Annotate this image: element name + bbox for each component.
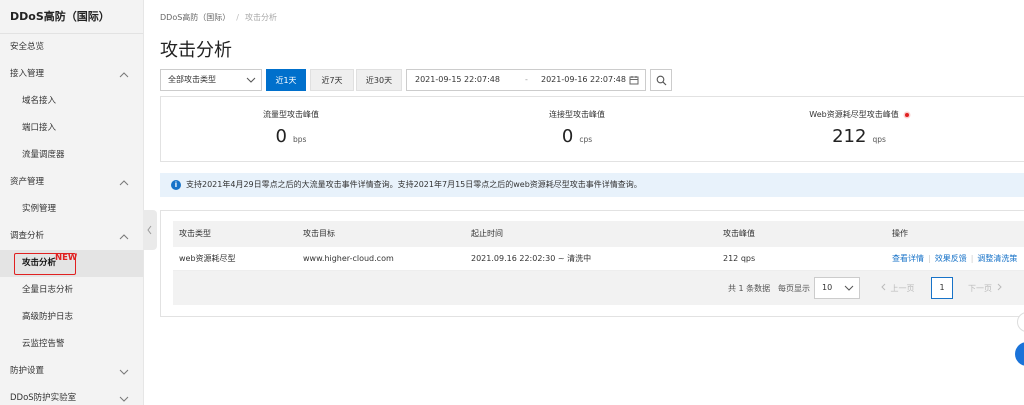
row-peak: 212 qps bbox=[723, 254, 756, 263]
range-30d-button[interactable]: 近30天 bbox=[356, 69, 402, 91]
calendar-icon bbox=[629, 76, 639, 85]
sidebar-item-label: 高级防护日志 bbox=[22, 312, 74, 322]
stat-flood: 流量型攻击峰值 0 bps bbox=[191, 109, 391, 147]
main-content: DDoS高防（国际） / 攻击分析 攻击分析 全部攻击类型 近1天 近7天 近30天… bbox=[158, 0, 1024, 405]
feedback-link[interactable]: 效果反馈 bbox=[935, 254, 967, 263]
sidebar-item-0[interactable]: 安全总览 bbox=[0, 34, 143, 61]
info-icon: i bbox=[171, 180, 181, 190]
range-7d-button[interactable]: 近7天 bbox=[310, 69, 354, 91]
stat-unit: qps bbox=[872, 135, 886, 144]
page-1-button[interactable]: 1 bbox=[931, 277, 953, 299]
row-time: 2021.09.16 22:02:30 ~ 清洗中 bbox=[471, 254, 592, 263]
header-time: 起止时间 bbox=[471, 229, 503, 238]
prev-page-button[interactable]: 上一页 bbox=[880, 283, 915, 294]
chevron-up-icon bbox=[119, 234, 129, 240]
sidebar-item-2[interactable]: 域名接入 bbox=[0, 88, 143, 115]
chevron-left-icon bbox=[147, 225, 152, 235]
sidebar-item-label: 云监控告警 bbox=[22, 339, 65, 349]
sidebar-item-label: 实例管理 bbox=[22, 204, 57, 214]
sidebar-item-6[interactable]: 实例管理 bbox=[0, 196, 143, 223]
sidebar-item-label: 调查分析 bbox=[10, 231, 45, 241]
sidebar-item-11[interactable]: 云监控告警 bbox=[0, 331, 143, 358]
chevron-down-icon bbox=[119, 369, 129, 375]
chevron-up-icon bbox=[119, 180, 129, 186]
sidebar-item-12[interactable]: 防护设置 bbox=[0, 358, 143, 385]
row-attack-type: web资源耗尽型 bbox=[179, 254, 236, 263]
header-peak: 攻击峰值 bbox=[723, 229, 755, 238]
page-size-value: 10 bbox=[822, 283, 833, 292]
breadcrumb-root[interactable]: DDoS高防（国际） bbox=[160, 13, 230, 22]
stat-web: Web资源耗尽型攻击峰值 212 qps bbox=[759, 109, 959, 147]
sidebar-item-13[interactable]: DDoS防护实验室 bbox=[0, 385, 143, 405]
attack-type-select[interactable]: 全部攻击类型 bbox=[160, 69, 262, 91]
sidebar-item-5[interactable]: 资产管理 bbox=[0, 169, 143, 196]
breadcrumb-separator: / bbox=[236, 13, 239, 22]
date-range-picker[interactable]: 2021-09-15 22:07:48 - 2021-09-16 22:07:4… bbox=[406, 69, 646, 91]
sidebar-item-9[interactable]: 全量日志分析 bbox=[0, 277, 143, 304]
sidebar-item-label: 全量日志分析 bbox=[22, 285, 74, 295]
notice-text: 支持2021年4月29日零点之后的大流量攻击事件详情查询。支持2021年7月15… bbox=[186, 180, 642, 189]
stats-card: 流量型攻击峰值 0 bps 连接型攻击峰值 0 cps Web资源耗尽型攻击峰值 2… bbox=[160, 96, 1024, 162]
sidebar-item-3[interactable]: 端口接入 bbox=[0, 115, 143, 142]
chevron-left-icon bbox=[881, 283, 886, 291]
info-notice: i 支持2021年4月29日零点之后的大流量攻击事件详情查询。支持2021年7月… bbox=[160, 173, 1024, 197]
sidebar-item-label: DDoS防护实验室 bbox=[10, 393, 77, 403]
header-actions: 操作 bbox=[892, 229, 908, 238]
search-icon bbox=[656, 75, 667, 86]
range-1d-button[interactable]: 近1天 bbox=[266, 69, 306, 91]
chevron-right-icon bbox=[997, 283, 1002, 291]
stat-value: 212 bbox=[832, 126, 867, 147]
sidebar-item-10[interactable]: 高级防护日志 bbox=[0, 304, 143, 331]
pager-total: 共 1 条数据 bbox=[728, 284, 771, 293]
stat-label: 流量型攻击峰值 bbox=[263, 110, 319, 119]
table-row: web资源耗尽型 www.higher-cloud.com 2021.09.16… bbox=[173, 247, 1024, 271]
sidebar-item-label: 流量调度器 bbox=[22, 150, 65, 160]
new-badge: NEW bbox=[55, 253, 78, 263]
date-start: 2021-09-15 22:07:48 bbox=[415, 75, 500, 84]
page-title: 攻击分析 bbox=[160, 40, 232, 61]
sidebar-item-1[interactable]: 接入管理 bbox=[0, 61, 143, 88]
header-attack-type: 攻击类型 bbox=[179, 229, 211, 238]
sidebar-item-label: 攻击分析 bbox=[22, 258, 57, 268]
sidebar-item-4[interactable]: 流量调度器 bbox=[0, 142, 143, 169]
sidebar-item-label: 端口接入 bbox=[22, 123, 57, 133]
chevron-up-icon bbox=[119, 72, 129, 78]
chevron-down-icon bbox=[119, 396, 129, 402]
chevron-down-icon bbox=[844, 285, 854, 291]
stat-connection: 连接型攻击峰值 0 cps bbox=[477, 109, 677, 147]
pager-size-label: 每页显示 bbox=[778, 284, 810, 293]
date-end: 2021-09-16 22:07:48 bbox=[541, 75, 626, 84]
stat-unit: bps bbox=[293, 135, 307, 144]
sidebar-item-label: 域名接入 bbox=[22, 96, 57, 106]
next-page-button[interactable]: 下一页 bbox=[968, 283, 1003, 294]
header-attack-target: 攻击目标 bbox=[303, 229, 335, 238]
chevron-down-icon bbox=[246, 77, 256, 83]
page-size-select[interactable]: 10 bbox=[814, 277, 860, 299]
alert-dot-icon bbox=[904, 112, 909, 117]
table-header: 攻击类型 攻击目标 起止时间 攻击峰值 操作 bbox=[173, 221, 1024, 247]
sidebar-item-label: 安全总览 bbox=[10, 42, 45, 52]
sidebar-item-label: 资产管理 bbox=[10, 177, 45, 187]
breadcrumb-current: 攻击分析 bbox=[245, 13, 277, 22]
stat-value: 0 bbox=[561, 126, 574, 147]
stat-unit: cps bbox=[579, 135, 593, 144]
sidebar-title: DDoS高防（国际） bbox=[0, 0, 143, 34]
stat-value: 0 bbox=[275, 126, 287, 147]
sidebar-item-8[interactable]: 攻击分析 NEW bbox=[0, 250, 143, 277]
adjust-policy-link[interactable]: 调整清洗策 bbox=[977, 254, 1017, 263]
sidebar-item-label: 防护设置 bbox=[10, 366, 45, 376]
attack-type-value: 全部攻击类型 bbox=[168, 75, 216, 84]
attack-table-card: 攻击类型 攻击目标 起止时间 攻击峰值 操作 web资源耗尽型 www.high… bbox=[160, 210, 1024, 317]
stat-label: 连接型攻击峰值 bbox=[549, 110, 605, 119]
date-separator: - bbox=[525, 75, 528, 84]
pagination: 共 1 条数据 每页显示 10 上一页 1 下一页 bbox=[173, 271, 1024, 305]
search-button[interactable] bbox=[650, 69, 672, 91]
sidebar-item-label: 接入管理 bbox=[10, 69, 45, 79]
sidebar: DDoS高防（国际） 安全总览接入管理域名接入端口接入流量调度器资产管理实例管理… bbox=[0, 0, 144, 405]
breadcrumb: DDoS高防（国际） / 攻击分析 bbox=[160, 12, 277, 23]
sidebar-collapse-handle[interactable] bbox=[143, 210, 157, 250]
stat-label: Web资源耗尽型攻击峰值 bbox=[809, 110, 899, 119]
view-details-link[interactable]: 查看详情 bbox=[892, 254, 924, 263]
row-attack-target: www.higher-cloud.com bbox=[303, 254, 394, 263]
